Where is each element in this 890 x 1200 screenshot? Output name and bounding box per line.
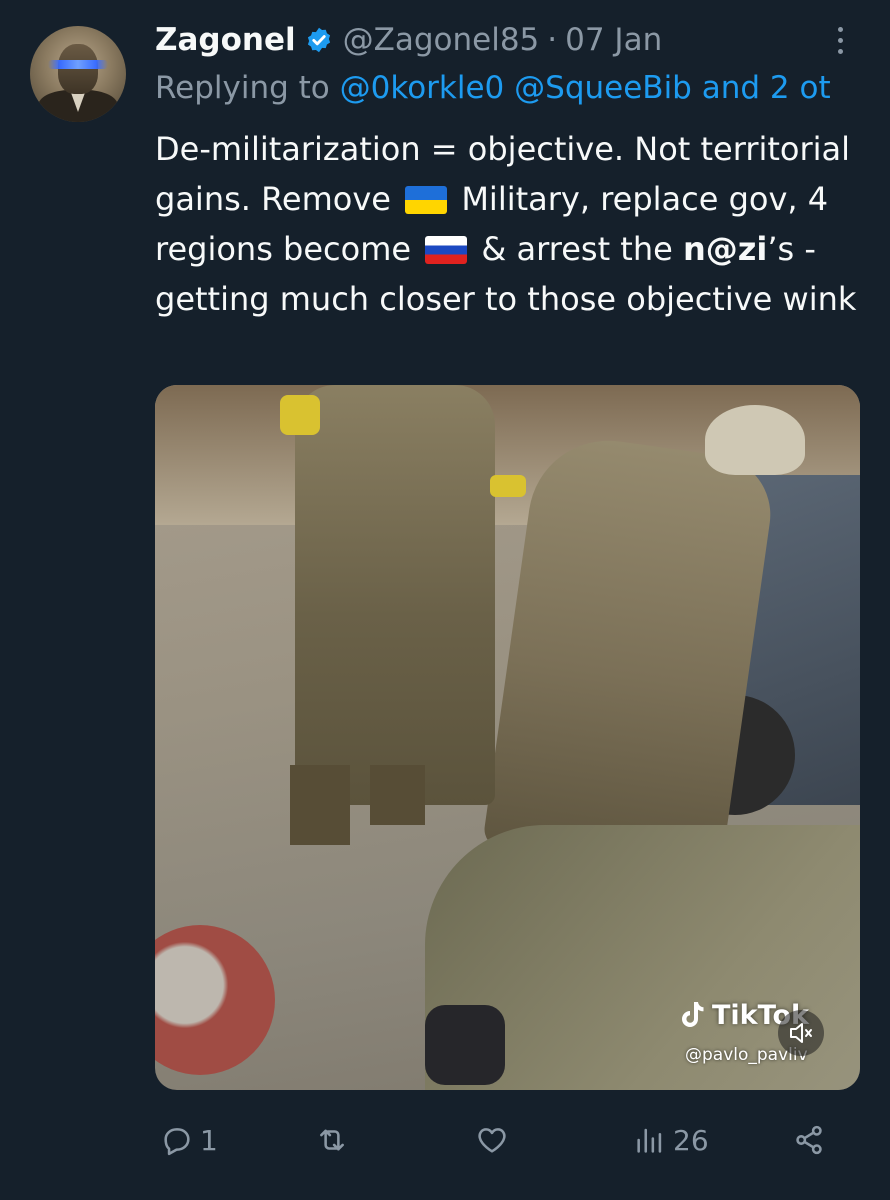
share-button[interactable] [792,1110,826,1170]
reply-button[interactable]: 1 [160,1110,218,1170]
video-figure-left [295,385,495,805]
more-dot [837,37,843,43]
mute-button[interactable] [778,1010,824,1056]
replying-to: Replying to @0korkle0 @SqueeBib and 2 ot [155,70,890,114]
separator-dot: · [547,22,558,58]
more-dot [837,48,843,54]
avatar-face [58,44,98,94]
verified-badge-icon[interactable] [305,26,333,54]
views-count: 26 [673,1123,709,1157]
reply-icon [164,1128,190,1156]
reply-others-link[interactable]: and 2 ot [702,70,831,106]
avatar-eyes [48,60,108,69]
tweet-date[interactable]: 07 Jan [565,22,662,58]
more-dot [837,26,843,32]
repost-button[interactable] [315,1110,355,1170]
russia-flag-emoji [425,236,468,264]
action-bar: 1 26 [0,1110,890,1170]
tweet-header: Zagonel @Zagonel85 · 07 Jan [155,18,662,62]
reply-count: 1 [200,1123,218,1157]
video-figure-leg [370,765,425,825]
like-button[interactable] [475,1110,515,1170]
repost-icon [320,1129,344,1151]
ukraine-flag-emoji [405,186,448,214]
tweet-text-bold: n@zi [682,230,768,268]
share-icon [796,1125,822,1155]
like-icon [478,1128,506,1153]
tiktok-icon [682,1002,704,1027]
reply-mention-1[interactable]: @0korkle0 [340,70,505,106]
reply-mention-2[interactable]: @SqueeBib [514,70,692,106]
more-icon[interactable] [825,20,855,60]
video-figure-leg [290,765,350,845]
video-glove [425,1005,505,1085]
avatar[interactable] [30,26,126,122]
video-media[interactable]: TikTok @pavlo_pavliv [155,385,860,1090]
tweet-text-part3: & arrest the [481,230,673,268]
video-armband [490,475,526,497]
views-icon [637,1128,662,1153]
mute-icon [790,1023,812,1043]
video-foreground-object [155,925,275,1075]
tweet-text: De-militarization = objective. Not terri… [155,124,875,324]
handle[interactable]: @Zagonel85 [343,22,540,58]
video-helmet [705,405,805,475]
video-armband [280,395,320,435]
views-button[interactable]: 26 [633,1110,709,1170]
display-name[interactable]: Zagonel [155,22,296,58]
replying-to-label: Replying to [155,70,330,106]
